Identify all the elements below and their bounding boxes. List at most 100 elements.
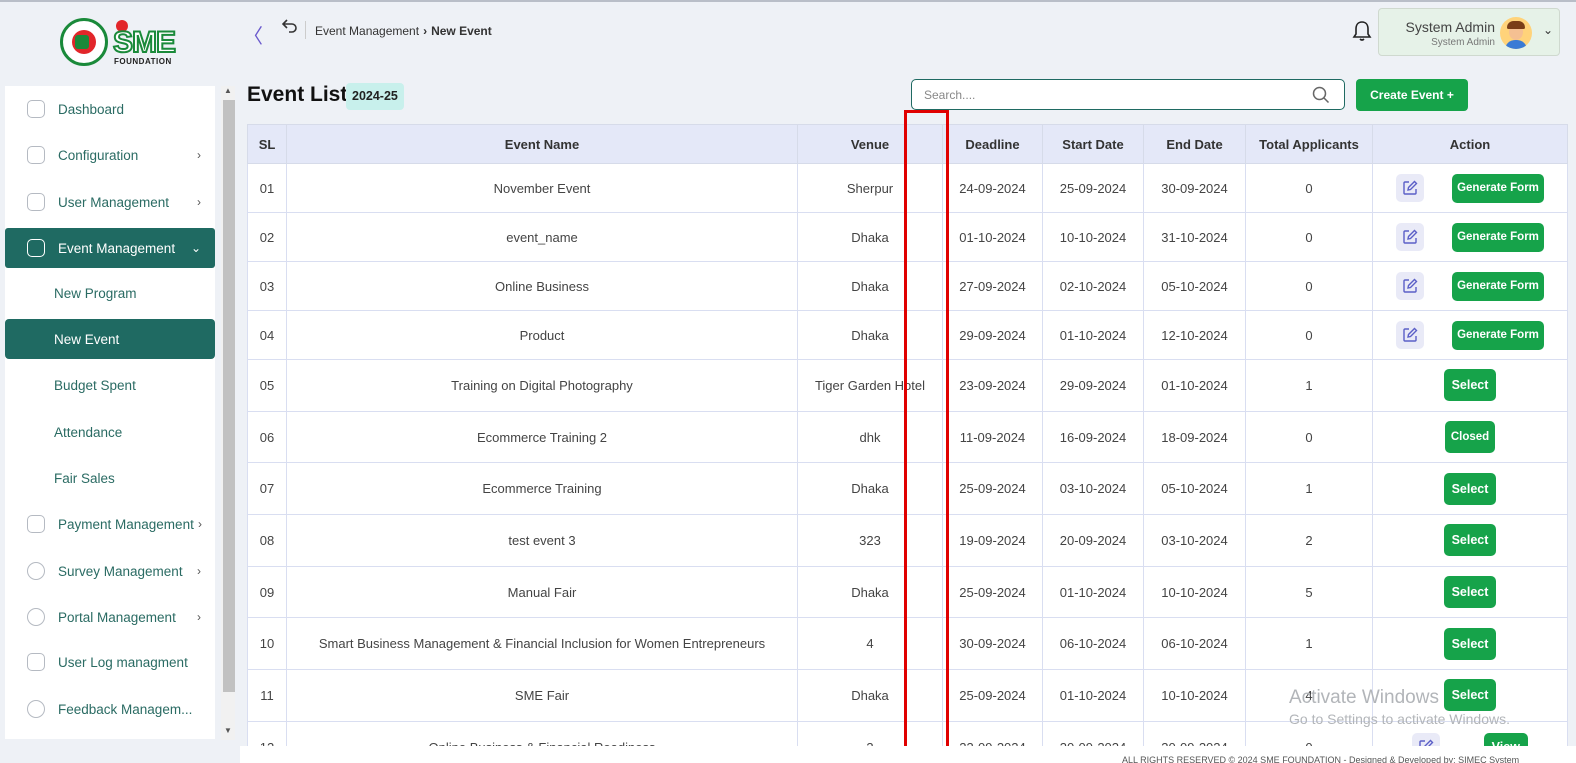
sidebar-item-label: Configuration (58, 147, 139, 163)
closed-button[interactable]: Closed (1445, 421, 1495, 454)
cell-event-name: test event 3 (286, 514, 798, 567)
select-button[interactable]: Select (1444, 472, 1496, 505)
avatar (1500, 17, 1532, 49)
cell-start-date: 16-09-2024 (1042, 410, 1144, 464)
cell-sl: 12 (247, 720, 287, 746)
log-icon (27, 653, 45, 671)
cell-end-date: 06-10-2024 (1143, 617, 1246, 671)
sidebar-subitem-budget-spent[interactable]: Budget Spent (5, 365, 215, 405)
scroll-up-icon[interactable]: ▲ (224, 86, 232, 95)
sidebar-item-user-log[interactable]: User Log managment (5, 642, 215, 682)
sidebar-item-survey-management[interactable]: Survey Management › (5, 551, 215, 591)
cell-end-date: 10-10-2024 (1143, 669, 1246, 722)
sidebar-item-label: Dashboard (58, 101, 125, 117)
sidebar-item-label: Feedback Managem... (58, 701, 193, 717)
cell-start-date: 20-09-2024 (1042, 514, 1144, 567)
watermark-subtitle: Go to Settings to activate Windows. (1289, 711, 1510, 727)
footer: ALL RIGHTS RESERVED © 2024 SME FOUNDATIO… (240, 746, 1576, 763)
footer-copyright: ALL RIGHTS RESERVED © 2024 SME FOUNDATIO… (1122, 755, 1520, 763)
cell-event-name: SME Fair (286, 669, 798, 722)
sidebar-item-user-management[interactable]: User Management › (5, 182, 215, 222)
cell-start-date: 10-10-2024 (1042, 212, 1144, 262)
generate-form-button[interactable]: Generate Form (1452, 173, 1544, 203)
cell-deadline: 25-09-2024 (942, 565, 1043, 619)
cell-start-date: 06-10-2024 (1042, 617, 1144, 671)
sidebar-item-label: Portal Management (58, 609, 176, 625)
breadcrumb-parent[interactable]: Event Management (315, 24, 419, 38)
view-button[interactable]: View (1483, 732, 1528, 746)
breadcrumb-chevron-icon: › (423, 24, 428, 38)
cell-applicants: 0 (1245, 310, 1373, 360)
edit-button[interactable] (1412, 733, 1441, 746)
select-button[interactable]: Select (1444, 524, 1496, 557)
cell-action: Select (1372, 514, 1568, 567)
sidebar-subitem-attendance[interactable]: Attendance (5, 412, 215, 452)
cell-sl: 02 (247, 212, 287, 262)
cell-end-date: 03-10-2024 (1143, 514, 1246, 567)
search-icon[interactable] (1312, 86, 1330, 104)
column-header-action: Action (1372, 124, 1568, 164)
create-event-button[interactable]: Create Event + (1356, 79, 1468, 111)
cell-deadline: 25-09-2024 (942, 669, 1043, 722)
select-button[interactable]: Select (1444, 627, 1496, 660)
top-header: SME FOUNDATION 〈 Event Management › New Ev… (0, 2, 1576, 66)
cell-deadline: 27-09-2024 (942, 261, 1043, 311)
sidebar-item-payment-management[interactable]: Payment Management › (5, 504, 215, 544)
chevron-down-icon[interactable]: ⌄ (1543, 23, 1553, 37)
select-button[interactable]: Select (1444, 369, 1496, 402)
column-header-total-applicants[interactable]: Total Applicants (1245, 124, 1373, 164)
chevron-right-icon: › (197, 564, 201, 578)
cell-event-name: Online Business (286, 261, 798, 311)
edit-button[interactable] (1396, 272, 1424, 300)
column-header-event-name[interactable]: Event Name (286, 124, 798, 164)
generate-form-button[interactable]: Generate Form (1452, 271, 1544, 301)
sidebar-scrollbar-thumb[interactable] (223, 100, 235, 692)
search-input[interactable] (912, 80, 1312, 109)
column-header-sl[interactable]: SL (247, 124, 287, 164)
back-arrow-icon[interactable] (281, 19, 298, 38)
cell-sl: 06 (247, 410, 287, 464)
edit-button[interactable] (1396, 223, 1424, 251)
sidebar-item-feedback[interactable]: Feedback Managem... (5, 689, 215, 729)
feedback-icon (27, 700, 45, 718)
cell-applicants: 5 (1245, 565, 1373, 619)
generate-form-button[interactable]: Generate Form (1452, 320, 1544, 350)
user-menu[interactable]: System Admin System Admin ⌄ (1378, 8, 1560, 56)
cell-action: Select (1372, 617, 1568, 671)
cell-end-date: 05-10-2024 (1143, 261, 1246, 311)
sidebar-item-event-management[interactable]: Event Management ⌄ (5, 228, 215, 268)
sidebar-item-label: New Program (54, 285, 137, 301)
cell-applicants: 2 (1245, 514, 1373, 567)
search-box[interactable] (911, 79, 1345, 110)
cell-start-date: 03-10-2024 (1042, 462, 1144, 516)
cell-applicants: 0 (1245, 212, 1373, 262)
edit-button[interactable] (1396, 321, 1424, 349)
payment-icon (27, 515, 45, 533)
pie-icon (27, 562, 45, 580)
column-header-end-date[interactable]: End Date (1143, 124, 1246, 164)
notification-bell-icon[interactable] (1352, 20, 1372, 42)
sidebar-item-portal-management[interactable]: Portal Management › (5, 597, 215, 637)
edit-button[interactable] (1396, 174, 1424, 202)
cell-applicants: 1 (1245, 359, 1373, 412)
select-button[interactable]: Select (1444, 576, 1496, 609)
generate-form-button[interactable]: Generate Form (1452, 222, 1544, 252)
cell-event-name: event_name (286, 212, 798, 262)
cell-deadline: 23-09-2024 (942, 359, 1043, 412)
highlight-box (904, 110, 949, 752)
column-header-deadline[interactable]: Deadline (942, 124, 1043, 164)
sidebar-item-configuration[interactable]: Configuration › (5, 135, 215, 175)
column-header-start-date[interactable]: Start Date (1042, 124, 1144, 164)
cell-sl: 05 (247, 359, 287, 412)
sidebar-subitem-fair-sales[interactable]: Fair Sales (5, 458, 215, 498)
cell-deadline: 19-09-2024 (942, 514, 1043, 567)
sidebar-subitem-new-event[interactable]: New Event (5, 319, 215, 359)
cell-end-date: 31-10-2024 (1143, 212, 1246, 262)
sidebar-subitem-new-program[interactable]: New Program (5, 273, 215, 313)
scroll-down-icon[interactable]: ▼ (224, 726, 232, 735)
collapse-sidebar-icon[interactable]: 〈 (243, 20, 263, 49)
sme-foundation-logo[interactable]: SME FOUNDATION (58, 16, 183, 68)
sidebar-item-dashboard[interactable]: Dashboard (5, 89, 215, 129)
cell-start-date: 29-09-2024 (1042, 359, 1144, 412)
cell-deadline: 11-09-2024 (942, 410, 1043, 464)
